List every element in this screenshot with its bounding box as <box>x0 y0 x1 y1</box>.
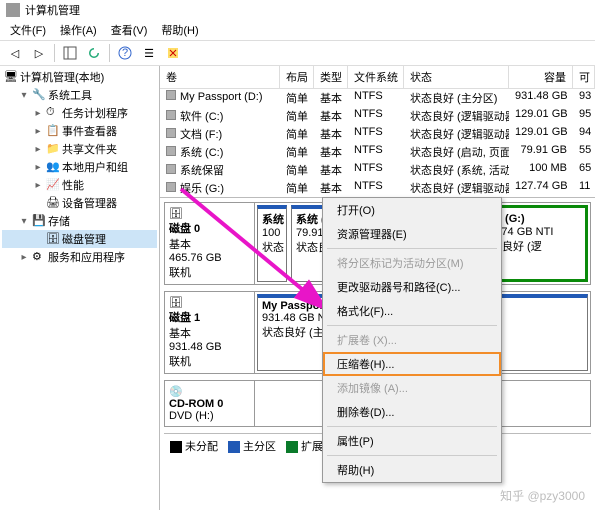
col-layout[interactable]: 布局 <box>280 66 314 88</box>
forward-icon[interactable]: ▷ <box>28 43 50 63</box>
svg-text:?: ? <box>122 47 128 59</box>
ctx-explorer[interactable]: 资源管理器(E) <box>323 222 501 246</box>
annotation-arrow <box>176 184 346 324</box>
tree-storage[interactable]: ▾💾存储 <box>2 212 157 230</box>
tree-diskmgmt[interactable]: 🗄磁盘管理 <box>2 230 157 248</box>
context-menu: 打开(O) 资源管理器(E) 将分区标记为活动分区(M) 更改驱动器号和路径(C… <box>322 197 502 483</box>
tree-shared[interactable]: ▸📁共享文件夹 <box>2 140 157 158</box>
ctx-prop[interactable]: 属性(P) <box>323 429 501 453</box>
ctx-extend: 扩展卷 (X)... <box>323 328 501 352</box>
cancel-icon[interactable] <box>162 43 184 63</box>
volume-row[interactable]: 系统保留简单基本NTFS状态良好 (系统, 活动, 主分区)100 MB65 <box>160 161 595 179</box>
menubar: 文件(F) 操作(A) 查看(V) 帮助(H) <box>0 20 595 40</box>
titlebar: 计算机管理 <box>0 0 595 20</box>
nav-tree[interactable]: 🖥计算机管理(本地) ▾🔧系统工具 ▸⏱任务计划程序 ▸📋事件查看器 ▸📁共享文… <box>0 66 160 510</box>
toolbar: ◁ ▷ ? ☰ <box>0 40 595 66</box>
back-icon[interactable]: ◁ <box>4 43 26 63</box>
tree-devmgr[interactable]: 🖨设备管理器 <box>2 194 157 212</box>
col-cap[interactable]: 容量 <box>509 66 573 88</box>
menu-file[interactable]: 文件(F) <box>4 20 52 40</box>
refresh-icon[interactable] <box>83 43 105 63</box>
ctx-help[interactable]: 帮助(H) <box>323 458 501 482</box>
watermark: 知乎 @pzy3000 <box>500 487 585 504</box>
ctx-markactive: 将分区标记为活动分区(M) <box>323 251 501 275</box>
cdrom-label: 💿 CD-ROM 0 DVD (H:) <box>165 381 255 426</box>
col-avail[interactable]: 可 <box>573 66 595 88</box>
tree-perf[interactable]: ▸📈性能 <box>2 176 157 194</box>
tree-sched[interactable]: ▸⏱任务计划程序 <box>2 104 157 122</box>
menu-action[interactable]: 操作(A) <box>54 20 103 40</box>
volume-list[interactable]: 卷 布局 类型 文件系统 状态 容量 可 My Passport (D:)简单基… <box>160 66 595 198</box>
ctx-shrink[interactable]: 压缩卷(H)... <box>323 352 501 376</box>
tree-root[interactable]: 🖥计算机管理(本地) <box>2 68 157 86</box>
volume-row[interactable]: 系统 (C:)简单基本NTFS状态良好 (启动, 页面文件, 故障转储, 主分区… <box>160 143 595 161</box>
pane-icon[interactable] <box>59 43 81 63</box>
ctx-mirror: 添加镜像 (A)... <box>323 376 501 400</box>
tree-systools[interactable]: ▾🔧系统工具 <box>2 86 157 104</box>
col-fs[interactable]: 文件系统 <box>348 66 404 88</box>
ctx-open[interactable]: 打开(O) <box>323 198 501 222</box>
tree-svcapps[interactable]: ▸⚙服务和应用程序 <box>2 248 157 266</box>
volume-row[interactable]: My Passport (D:)简单基本NTFS状态良好 (主分区)931.48… <box>160 89 595 107</box>
window-title: 计算机管理 <box>25 2 80 18</box>
volume-row[interactable]: 文档 (F:)简单基本NTFS状态良好 (逻辑驱动器)129.01 GB94 <box>160 125 595 143</box>
help-icon[interactable]: ? <box>114 43 136 63</box>
volume-row[interactable]: 软件 (C:)简单基本NTFS状态良好 (逻辑驱动器)129.01 GB95 <box>160 107 595 125</box>
menu-view[interactable]: 查看(V) <box>105 20 154 40</box>
menu-help[interactable]: 帮助(H) <box>155 20 204 40</box>
ctx-delete[interactable]: 删除卷(D)... <box>323 400 501 424</box>
volume-list-header[interactable]: 卷 布局 类型 文件系统 状态 容量 可 <box>160 66 595 89</box>
tree-eventv[interactable]: ▸📋事件查看器 <box>2 122 157 140</box>
ctx-format[interactable]: 格式化(F)... <box>323 299 501 323</box>
col-type[interactable]: 类型 <box>314 66 348 88</box>
col-volume[interactable]: 卷 <box>160 66 280 88</box>
ctx-chgdrive[interactable]: 更改驱动器号和路径(C)... <box>323 275 501 299</box>
tree-users[interactable]: ▸👥本地用户和组 <box>2 158 157 176</box>
list-icon[interactable]: ☰ <box>138 43 160 63</box>
col-status[interactable]: 状态 <box>404 66 509 88</box>
app-icon <box>6 3 20 17</box>
